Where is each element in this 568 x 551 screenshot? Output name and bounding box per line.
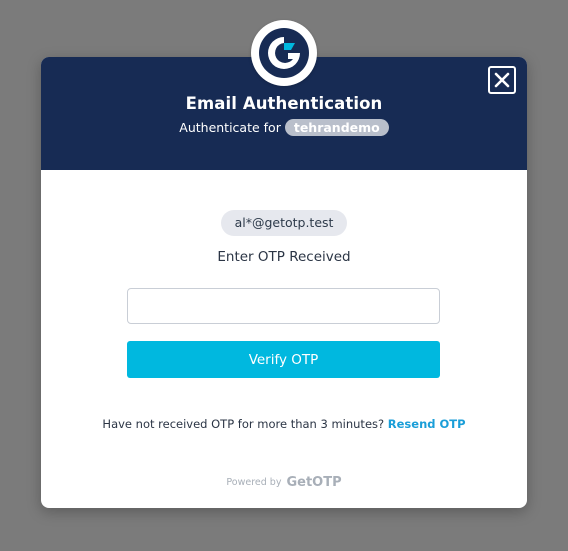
subtitle-prefix: Authenticate for <box>179 120 281 135</box>
brand-name[interactable]: GetOTP <box>286 475 341 490</box>
resend-otp-link[interactable]: Resend OTP <box>388 417 466 431</box>
otp-input[interactable] <box>127 288 440 324</box>
modal-title: Email Authentication <box>185 94 383 113</box>
getotp-logo <box>251 20 317 86</box>
resend-row: Have not received OTP for more than 3 mi… <box>41 417 527 431</box>
modal-subtitle: Authenticate for tehrandemo <box>41 119 527 136</box>
otp-prompt-label: Enter OTP Received <box>217 249 351 265</box>
auth-modal: Email Authentication Authenticate for teh… <box>41 57 527 508</box>
tenant-badge: tehrandemo <box>284 119 389 136</box>
close-button[interactable] <box>488 66 516 94</box>
verify-otp-button[interactable]: Verify OTP <box>127 341 440 378</box>
resend-text: Have not received OTP for more than 3 mi… <box>102 417 385 431</box>
close-icon <box>494 72 510 88</box>
email-badge: al*@getotp.test <box>221 210 347 236</box>
powered-prefix: Powered by <box>226 477 282 488</box>
getotp-logo-icon <box>259 28 309 78</box>
powered-by: Powered by GetOTP <box>41 475 527 490</box>
